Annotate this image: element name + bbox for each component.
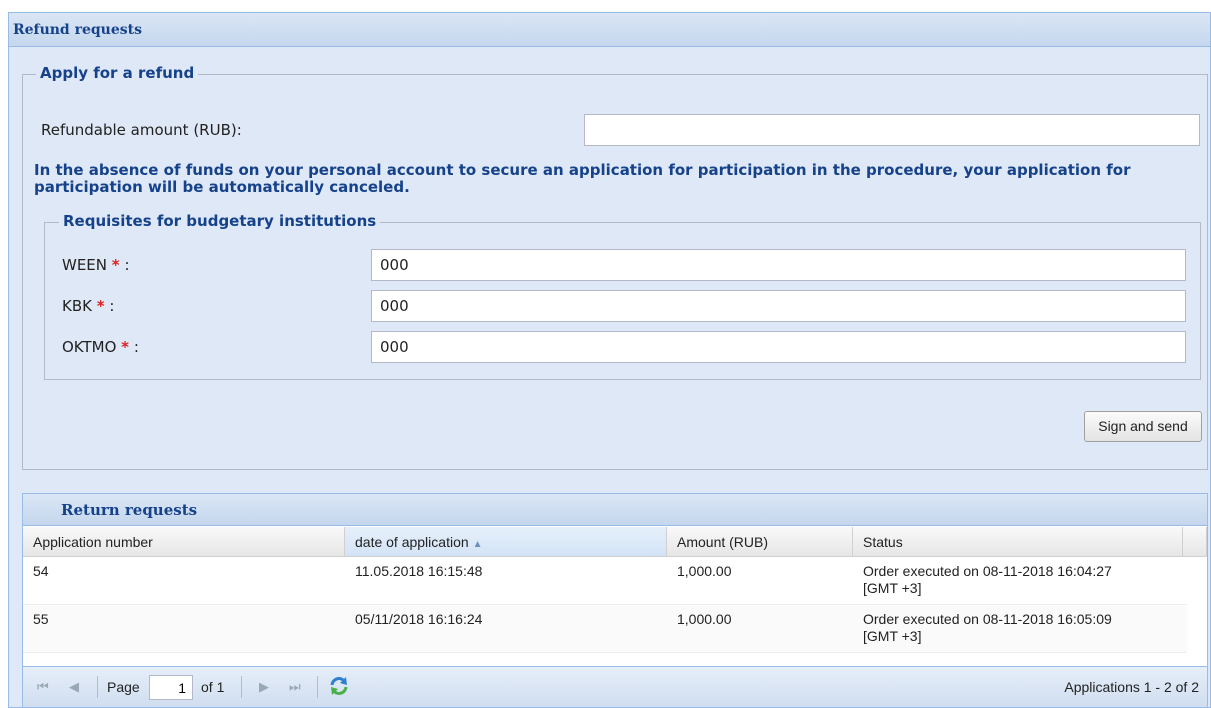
pager-summary: Applications 1 - 2 of 2	[1064, 679, 1199, 695]
grid-header: Return requests	[23, 494, 1207, 526]
grid-title: Return requests	[61, 501, 198, 519]
ween-label: WEEN * :	[62, 256, 130, 274]
toolbar-separator	[317, 676, 318, 698]
apply-refund-legend: Apply for a refund	[36, 64, 199, 82]
sort-ascending-icon: ▲	[472, 539, 483, 550]
cell-number: 55	[33, 611, 49, 627]
return-requests-grid: Return requests Application number date …	[22, 493, 1208, 708]
prev-page-icon[interactable]: ◀	[69, 679, 79, 695]
column-status[interactable]: Status	[853, 527, 1183, 557]
column-application-number[interactable]: Application number	[23, 527, 345, 557]
next-page-icon[interactable]: ▶	[259, 679, 269, 695]
oktmo-input[interactable]	[371, 331, 1186, 363]
last-page-icon[interactable]: ⏭	[289, 679, 301, 695]
kbk-input[interactable]	[371, 290, 1186, 322]
oktmo-label: OKTMO * :	[62, 338, 139, 356]
page-number-input[interactable]	[149, 675, 193, 700]
cell-date: 11.05.2018 16:15:48	[355, 563, 483, 579]
cell-date: 05/11/2018 16:16:24	[355, 611, 483, 627]
panel-title: Refund requests	[13, 22, 142, 38]
ween-input[interactable]	[371, 249, 1186, 281]
page-of-label: of 1	[201, 679, 225, 695]
cell-number: 54	[33, 563, 49, 579]
column-filler	[1183, 527, 1207, 557]
cell-amount: 1,000.00	[677, 611, 732, 627]
refund-amount-input[interactable]	[584, 114, 1200, 146]
table-row[interactable]: 55 05/11/2018 16:16:24 1,000.00 Order ex…	[23, 606, 1187, 653]
refresh-icon[interactable]	[327, 674, 351, 698]
required-mark: *	[111, 256, 120, 274]
toolbar-separator	[97, 676, 98, 698]
required-mark: *	[96, 297, 105, 315]
funds-notice: In the absence of funds on your personal…	[34, 161, 1131, 196]
column-date-of-application[interactable]: date of application ▲	[345, 527, 667, 557]
toolbar-separator	[241, 676, 242, 698]
table-row[interactable]: 54 11.05.2018 16:15:48 1,000.00 Order ex…	[23, 558, 1187, 605]
panel-header: Refund requests	[9, 13, 1210, 47]
first-page-icon[interactable]: ⏮	[37, 679, 49, 695]
refund-amount-label: Refundable amount (RUB):	[41, 121, 242, 139]
cell-status: Order executed on 08-11-2018 16:05:09 [G…	[863, 611, 1112, 644]
required-mark: *	[121, 338, 130, 356]
cell-amount: 1,000.00	[677, 563, 732, 579]
requisites-legend: Requisites for budgetary institutions	[59, 212, 381, 230]
cell-status: Order executed on 08-11-2018 16:04:27 [G…	[863, 563, 1112, 596]
column-amount[interactable]: Amount (RUB)	[667, 527, 853, 557]
paging-toolbar: ⏮ ◀ Page of 1 ▶ ⏭ Applications 1 - 2 of …	[23, 666, 1207, 707]
sign-and-send-button[interactable]: Sign and send	[1084, 411, 1202, 442]
kbk-label: KBK * :	[62, 297, 115, 315]
page-label: Page	[107, 679, 140, 695]
